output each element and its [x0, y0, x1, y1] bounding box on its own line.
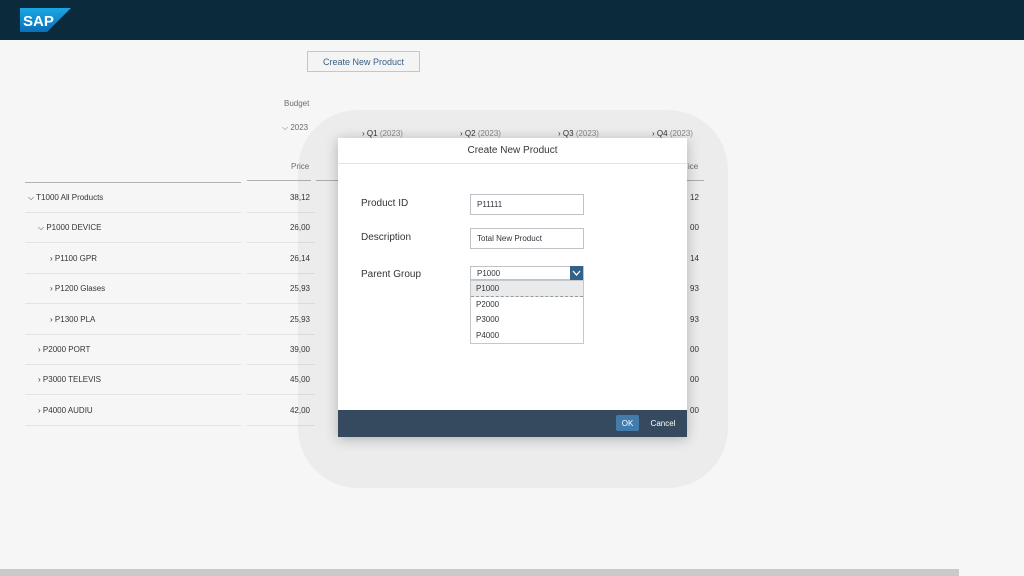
chevron-down-icon: ⌵ — [282, 123, 289, 132]
ok-button[interactable]: OK — [616, 415, 639, 431]
chevron-right-icon: › — [50, 254, 53, 263]
description-label: Description — [361, 232, 412, 243]
chevron-right-icon: › — [50, 315, 53, 324]
product-id-input[interactable]: P11111 — [470, 194, 584, 215]
parent-group-select[interactable]: P1000 — [470, 266, 584, 280]
dropdown-option[interactable]: P2000 — [471, 297, 583, 313]
chevron-down-icon[interactable] — [570, 266, 583, 280]
chevron-right-icon: › — [38, 375, 41, 384]
cancel-button[interactable]: Cancel — [646, 415, 680, 431]
dropdown-option[interactable]: P1000 — [471, 281, 583, 297]
horizontal-scrollbar[interactable] — [0, 569, 959, 576]
chevron-right-icon: › — [50, 284, 53, 293]
svg-text:SAP: SAP — [23, 13, 54, 30]
dropdown-option[interactable]: P4000 — [471, 328, 583, 344]
shell-bar: SAP — [0, 0, 1024, 40]
chevron-right-icon: › — [38, 406, 41, 415]
create-new-product-button[interactable]: Create New Product — [307, 51, 420, 72]
description-input[interactable]: Total New Product — [470, 228, 584, 249]
year-header[interactable]: ⌵ 2023 — [282, 123, 308, 133]
budget-header: Budget — [284, 99, 310, 108]
create-product-dialog: Create New Product Product ID P11111 Des… — [338, 138, 687, 437]
dialog-footer: OK Cancel — [338, 410, 687, 437]
dialog-title: Create New Product — [338, 138, 687, 164]
parent-group-label: Parent Group — [361, 269, 422, 280]
parent-group-dropdown: P1000 P2000 P3000 P4000 — [470, 280, 584, 344]
product-id-label: Product ID — [361, 198, 409, 209]
sap-logo[interactable]: SAP — [20, 8, 71, 32]
chevron-down-icon: ⌵ — [28, 193, 35, 202]
chevron-down-icon: ⌵ — [38, 223, 45, 232]
chevron-right-icon: › — [38, 345, 41, 354]
dropdown-option[interactable]: P3000 — [471, 312, 583, 328]
